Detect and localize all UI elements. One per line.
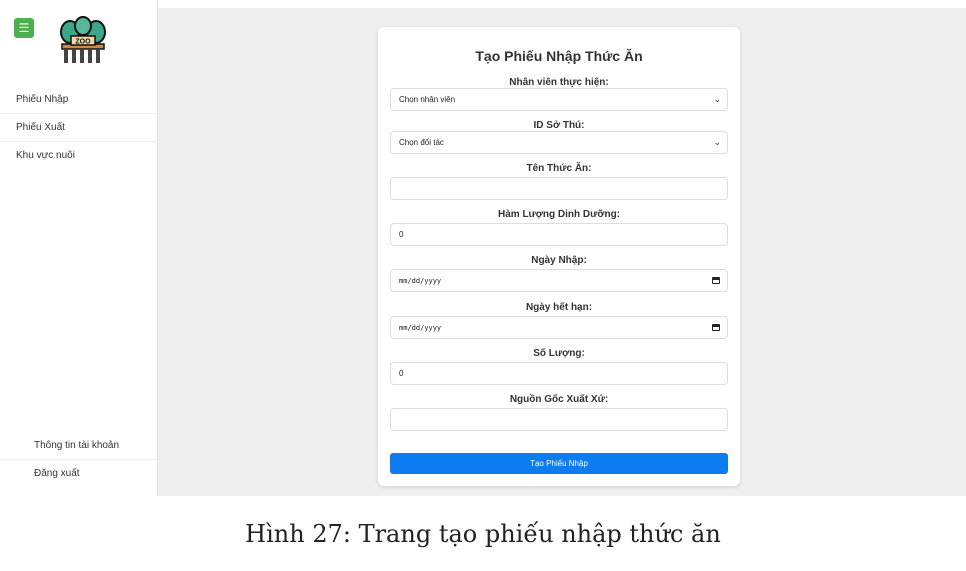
staff-label: Nhân viên thực hiện:	[509, 77, 609, 88]
sidebar-item-label: Phiếu Xuất	[16, 122, 65, 133]
origin-input[interactable]	[390, 408, 728, 431]
nutrition-input[interactable]: 0	[390, 223, 728, 246]
quantity-label: Số Lượng:	[533, 348, 585, 359]
origin-label: Nguồn Gốc Xuất Xứ:	[509, 394, 609, 405]
sidebar-item-label: Phiếu Nhập	[16, 94, 69, 105]
quantity-input[interactable]: 0	[390, 362, 728, 385]
sidebar-bottom-nav: Thông tin tài khoản Đăng xuất	[0, 432, 158, 488]
nutrition-label: Hàm Lượng Dinh Dưỡng:	[497, 209, 621, 220]
sidebar-nav: Phiếu Nhập Phiếu Xuất Khu vực nuôi	[0, 86, 158, 170]
calendar-icon[interactable]	[712, 324, 720, 331]
sidebar-item-phieu-xuat[interactable]: Phiếu Xuất	[0, 114, 158, 142]
zoo-id-select[interactable]: Chọn đối tác ⌄	[390, 131, 728, 154]
figure-caption: Hình 27: Trang tạo phiếu nhập thức ăn	[245, 520, 721, 548]
sidebar-item-logout[interactable]: Đăng xuất	[0, 460, 158, 488]
page-title: Tạo Phiếu Nhập Thức Ăn	[475, 48, 643, 64]
expiry-date-placeholder: mm/dd/yyyy	[399, 324, 442, 332]
hamburger-icon[interactable]: ☰	[14, 18, 34, 38]
logo-text: ZOO	[75, 39, 91, 46]
staff-select-value: Chọn nhân viên	[399, 95, 456, 104]
sidebar-item-label: Khu vực nuôi	[16, 150, 75, 161]
import-date-input[interactable]: mm/dd/yyyy	[390, 269, 728, 292]
food-name-label: Tên Thức Ăn:	[526, 163, 592, 174]
chevron-down-icon: ⌄	[713, 94, 721, 104]
main-content: Tạo Phiếu Nhập Thức Ăn Nhân viên thực hi…	[158, 8, 966, 496]
food-name-input[interactable]	[390, 177, 728, 200]
import-date-label: Ngày Nhập:	[531, 255, 587, 266]
zoo-id-select-value: Chọn đối tác	[399, 138, 444, 147]
sidebar-item-label: Đăng xuất	[34, 468, 80, 479]
create-import-button[interactable]: Tạo Phiếu Nhập	[390, 453, 728, 474]
sidebar-item-khu-vuc-nuoi[interactable]: Khu vực nuôi	[0, 142, 158, 170]
sidebar-item-label: Thông tin tài khoản	[34, 440, 120, 451]
sidebar-item-account-info[interactable]: Thông tin tài khoản	[0, 432, 158, 460]
sidebar-item-phieu-nhap[interactable]: Phiếu Nhập	[0, 86, 158, 114]
calendar-icon[interactable]	[712, 277, 720, 284]
staff-select[interactable]: Chọn nhân viên ⌄	[390, 88, 728, 111]
app-window: ☰ ZOO Phiếu Nhập Phiếu Xuất Khu vực nuôi…	[0, 0, 966, 496]
form-card: Tạo Phiếu Nhập Thức Ăn Nhân viên thực hi…	[378, 27, 740, 486]
import-date-placeholder: mm/dd/yyyy	[399, 277, 442, 285]
sidebar: ☰ ZOO Phiếu Nhập Phiếu Xuất Khu vực nuôi…	[0, 0, 158, 496]
zoo-id-label: ID Sở Thú:	[533, 120, 585, 131]
expiry-date-label: Ngày hết hạn:	[525, 302, 593, 313]
zoo-logo: ZOO	[60, 16, 106, 63]
expiry-date-input[interactable]: mm/dd/yyyy	[390, 316, 728, 339]
chevron-down-icon: ⌄	[713, 137, 721, 147]
